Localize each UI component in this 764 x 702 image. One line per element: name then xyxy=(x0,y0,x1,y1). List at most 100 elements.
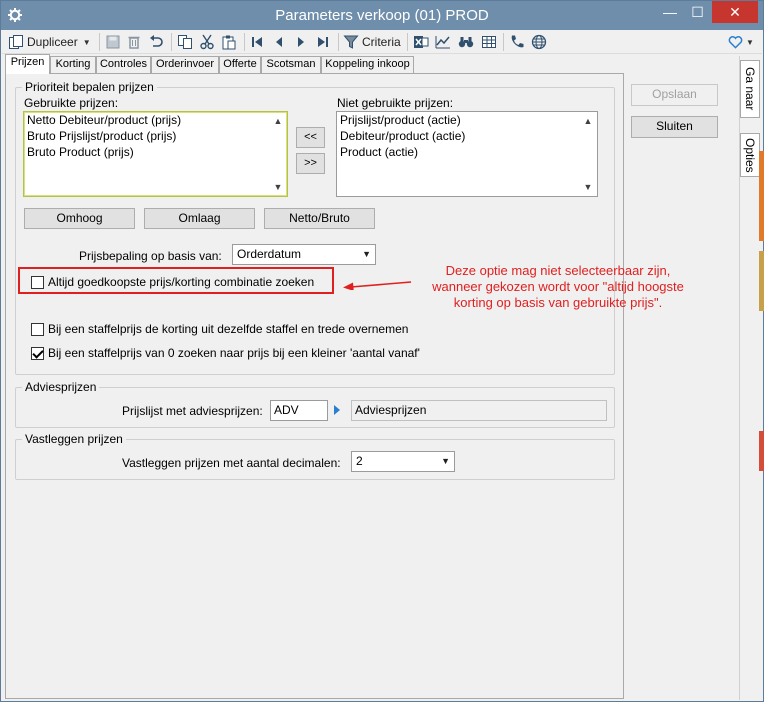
maximize-button[interactable]: ☐ xyxy=(684,1,711,23)
line-chart-icon xyxy=(435,36,450,49)
scissors-icon xyxy=(200,34,214,50)
scroll-down-icon[interactable]: ▼ xyxy=(580,179,596,195)
globe-icon xyxy=(531,34,547,50)
excel-export-button[interactable] xyxy=(413,32,429,52)
tab-prijzen[interactable]: Prijzen xyxy=(5,54,50,74)
copy-button[interactable] xyxy=(177,32,193,52)
filter-icon xyxy=(343,35,359,49)
advice-pricelist-label: Prijslijst met adviesprijzen: xyxy=(122,404,263,418)
staffel-discount-label: Bij een staffelprijs de korting uit deze… xyxy=(48,322,409,336)
tab-korting[interactable]: Korting xyxy=(50,56,96,73)
favorites-button[interactable]: ▼ xyxy=(728,32,754,52)
scrollbar[interactable]: ▲ ▼ xyxy=(580,113,596,195)
criteria-label: Criteria xyxy=(362,35,401,49)
heart-icon xyxy=(728,36,743,49)
decimals-select[interactable]: 2 ▼ xyxy=(351,451,455,472)
move-down-button[interactable]: Omlaag xyxy=(144,208,255,229)
toolbar-separator xyxy=(244,33,245,51)
list-item[interactable]: Bruto Product (prijs) xyxy=(24,144,287,160)
duplicate-label: Dupliceer xyxy=(27,35,78,49)
toolbar-separator xyxy=(503,33,504,51)
advice-pricelist-input[interactable]: ADV xyxy=(270,400,328,421)
delete-button[interactable] xyxy=(126,32,142,52)
annotation-line: Deze optie mag niet selecteerbaar zijn, xyxy=(445,263,671,278)
tab-scotsman[interactable]: Scotsman xyxy=(261,56,321,73)
scrollbar[interactable]: ▲ ▼ xyxy=(270,113,286,195)
background-strip xyxy=(759,151,764,241)
price-basis-label: Prijsbepaling op basis van: xyxy=(79,249,222,263)
price-basis-select[interactable]: Orderdatum ▼ xyxy=(232,244,376,265)
cut-button[interactable] xyxy=(199,32,215,52)
duplicate-button[interactable]: Dupliceer ▼ xyxy=(8,32,91,52)
previous-record-button[interactable] xyxy=(272,32,286,52)
toolbar: Dupliceer ▼ Criteria ▼ xyxy=(2,30,762,54)
phone-icon xyxy=(511,35,524,48)
list-item[interactable]: Product (actie) xyxy=(337,144,597,160)
toolbar-separator xyxy=(338,33,339,51)
list-item[interactable]: Bruto Prijslijst/product (prijs) xyxy=(24,128,287,144)
decimals-value: 2 xyxy=(356,454,363,468)
chevron-down-icon: ▼ xyxy=(82,37,91,47)
used-prices-label: Gebruikte prijzen: xyxy=(24,96,119,110)
trash-icon xyxy=(128,36,140,49)
chart-button[interactable] xyxy=(435,32,451,52)
scroll-up-icon[interactable]: ▲ xyxy=(270,113,286,129)
scroll-up-icon[interactable]: ▲ xyxy=(580,113,596,129)
side-tab-ga-naar[interactable]: Ga naar xyxy=(740,60,760,118)
title-bar: Parameters verkoop (01) PROD — ☐ ✕ xyxy=(1,1,763,30)
table-icon xyxy=(482,36,496,48)
side-tab-opties[interactable]: Opties xyxy=(740,133,760,177)
undo-button[interactable] xyxy=(148,32,164,52)
lookup-arrow-icon[interactable] xyxy=(332,404,342,419)
move-right-button[interactable]: >> xyxy=(296,153,325,174)
tab-controles[interactable]: Controles xyxy=(96,56,151,73)
tab-koppeling-inkoop[interactable]: Koppeling inkoop xyxy=(321,56,414,73)
advice-pricelist-description: Adviesprijzen xyxy=(351,400,607,421)
annotation-text: Deze optie mag niet selecteerbaar zijn, … xyxy=(413,263,703,311)
checkbox-box[interactable] xyxy=(31,322,44,336)
close-button[interactable]: Sluiten xyxy=(631,116,718,138)
group-title-record: Vastleggen prijzen xyxy=(22,432,126,446)
save-button[interactable]: Opslaan xyxy=(631,84,718,106)
net-gross-button[interactable]: Netto/Bruto xyxy=(264,208,375,229)
paste-button[interactable] xyxy=(221,32,237,52)
background-strip xyxy=(759,431,764,471)
list-item[interactable]: Prijslijst/product (actie) xyxy=(337,112,597,128)
staffel-zero-checkbox[interactable]: Bij een staffelprijs van 0 zoeken naar p… xyxy=(31,346,420,360)
application-window: Parameters verkoop (01) PROD — ☐ ✕ Dupli… xyxy=(0,0,764,702)
undo-icon xyxy=(150,35,163,47)
staffel-discount-checkbox[interactable]: Bij een staffelprijs de korting uit deze… xyxy=(31,322,408,336)
save-toolbar-button[interactable] xyxy=(105,32,121,52)
list-item[interactable]: Netto Debiteur/product (prijs) xyxy=(24,112,287,128)
clipboard-icon xyxy=(222,35,236,50)
checkbox-box[interactable] xyxy=(31,346,44,360)
scroll-down-icon[interactable]: ▼ xyxy=(270,179,286,195)
staffel-zero-label: Bij een staffelprijs van 0 zoeken naar p… xyxy=(48,346,420,360)
call-button[interactable] xyxy=(509,32,525,52)
used-prices-list[interactable]: Netto Debiteur/product (prijs) Bruto Pri… xyxy=(23,111,288,197)
minimize-button[interactable]: — xyxy=(656,1,684,23)
last-record-button[interactable] xyxy=(316,32,330,52)
unused-prices-list[interactable]: Prijslijst/product (actie) Debiteur/prod… xyxy=(336,111,598,197)
move-up-button[interactable]: Omhoog xyxy=(24,208,135,229)
group-title-priority: Prioriteit bepalen prijzen xyxy=(22,80,157,94)
copy-icon xyxy=(178,35,192,49)
tab-offerte[interactable]: Offerte xyxy=(219,56,261,73)
price-basis-value: Orderdatum xyxy=(237,247,302,261)
previous-icon xyxy=(276,37,282,47)
next-icon xyxy=(298,37,304,47)
first-record-button[interactable] xyxy=(250,32,264,52)
move-left-button[interactable]: << xyxy=(296,127,325,148)
next-record-button[interactable] xyxy=(294,32,308,52)
chevron-down-icon: ▼ xyxy=(441,456,450,466)
list-item[interactable]: Debiteur/product (actie) xyxy=(337,128,597,144)
close-window-button[interactable]: ✕ xyxy=(712,1,758,23)
first-record-icon xyxy=(252,37,262,47)
chevron-down-icon: ▼ xyxy=(746,37,754,47)
web-button[interactable] xyxy=(531,32,547,52)
group-title-advice: Adviesprijzen xyxy=(22,380,100,394)
find-button[interactable] xyxy=(458,32,474,52)
tab-orderinvoer[interactable]: Orderinvoer xyxy=(151,56,219,73)
criteria-button[interactable]: Criteria xyxy=(343,32,401,52)
grid-view-button[interactable] xyxy=(481,32,497,52)
